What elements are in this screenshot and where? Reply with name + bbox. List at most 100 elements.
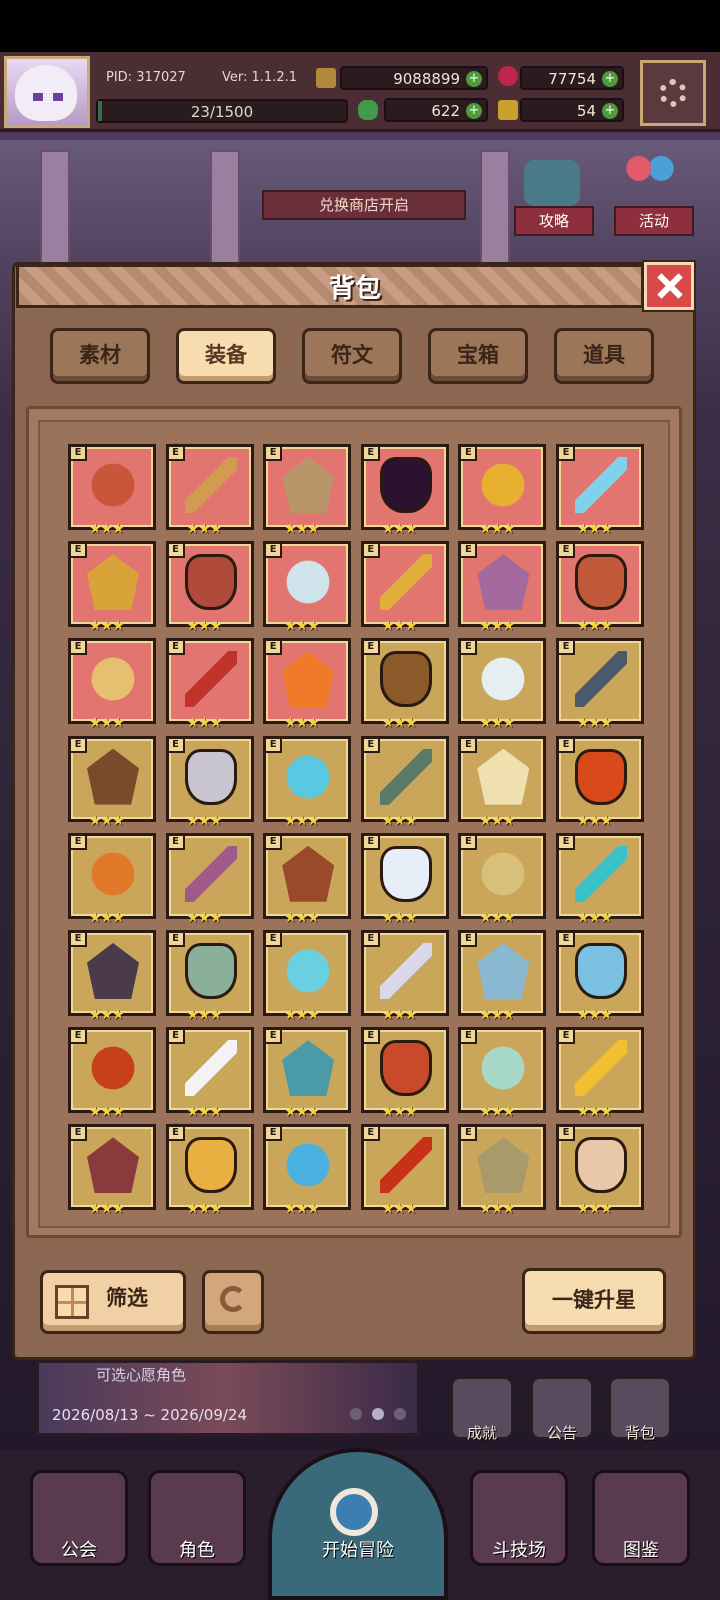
inventory-item[interactable]: E ★★★ [360, 444, 449, 537]
refresh-button[interactable] [202, 1270, 264, 1334]
add-clover-button[interactable]: + [466, 103, 482, 119]
item-grade-tag: E [69, 639, 87, 656]
inventory-item[interactable]: E ★★★ [360, 832, 449, 926]
magic-wand-icon [477, 651, 530, 708]
gold-amount: 9088899 [393, 70, 460, 88]
gold-scepter-icon [184, 1137, 237, 1194]
item-grade-tag: E [69, 736, 87, 753]
inventory-item[interactable]: E ★★★ [263, 444, 352, 537]
inventory-item[interactable]: E ★★★ [556, 1027, 644, 1120]
achievement-label: 成就 [466, 1424, 497, 1442]
exchange-shop-banner[interactable]: 兑换商店开启 [262, 190, 466, 220]
dark-sword-icon [575, 651, 627, 708]
inventory-item[interactable]: E ★★★ [165, 444, 254, 537]
angel-armor-icon [184, 1040, 237, 1097]
inventory-item[interactable]: E ★★★ [458, 1027, 547, 1120]
inventory-item[interactable]: E ★★★ [68, 638, 156, 731]
inventory-item[interactable]: E ★★★ [68, 444, 156, 537]
inventory-item[interactable]: E ★★★ [458, 444, 547, 537]
item-grade-tag: E [361, 736, 380, 753]
inventory-item[interactable]: E ★★★ [360, 638, 449, 731]
carousel-dot[interactable] [394, 1408, 406, 1420]
inventory-item[interactable]: E ★★★ [556, 832, 644, 926]
inventory-item[interactable]: E ★★★ [68, 1027, 156, 1120]
inventory-item[interactable]: E ★★★ [68, 541, 156, 634]
inventory-item[interactable]: E ★★★ [263, 832, 352, 926]
guide-button[interactable]: 攻略 [514, 206, 594, 236]
crystal-armor-icon [477, 1040, 530, 1097]
tab-2[interactable]: 符文 [302, 328, 402, 384]
inventory-item[interactable]: E ★★★ [165, 735, 254, 829]
inventory-item[interactable]: E ★★★ [263, 735, 352, 829]
item-grade-tag: E [557, 833, 575, 850]
inventory-item[interactable]: E ★★★ [556, 930, 644, 1023]
inventory-item[interactable]: E ★★★ [165, 541, 254, 634]
inventory-item[interactable]: E ★★★ [263, 541, 352, 634]
tab-0[interactable]: 素材 [50, 328, 150, 384]
inventory-item[interactable]: E ★★★ [263, 638, 352, 731]
add-key-button[interactable]: + [602, 103, 618, 119]
tab-1[interactable]: 装备 [176, 328, 276, 384]
item-stars: ★★★ [284, 521, 320, 537]
inventory-item[interactable]: E ★★★ [556, 541, 644, 634]
inventory-item[interactable]: E ★★★ [556, 444, 644, 537]
item-stars: ★★★ [284, 1201, 320, 1218]
inventory-item[interactable]: E ★★★ [68, 735, 156, 829]
item-grade-tag: E [459, 931, 478, 947]
close-button[interactable] [642, 260, 696, 312]
inventory-item[interactable]: E ★★★ [556, 735, 644, 829]
upgrade-all-stars-button[interactable]: 一键升星 [522, 1268, 666, 1334]
inventory-item[interactable]: E ★★★ [165, 832, 254, 926]
item-stars: ★★★ [577, 909, 613, 926]
wish-character-banner[interactable] [36, 1360, 420, 1436]
inventory-item[interactable]: E ★★★ [556, 638, 644, 731]
wood-barrel-shield-icon [282, 845, 335, 902]
tab-4[interactable]: 道具 [554, 328, 654, 384]
inventory-item[interactable]: E ★★★ [458, 638, 547, 731]
inventory-item[interactable]: E ★★★ [68, 832, 156, 926]
game-version: Ver: 1.1.2.1 [222, 70, 297, 85]
carousel-dot[interactable] [372, 1408, 384, 1420]
hat-icon [477, 457, 530, 513]
inventory-item[interactable]: E ★★★ [360, 1124, 449, 1217]
item-stars: ★★★ [284, 812, 320, 829]
item-stars: ★★★ [89, 812, 125, 829]
player-avatar[interactable] [4, 56, 90, 128]
inventory-item[interactable]: E ★★★ [68, 930, 156, 1023]
add-gem-button[interactable]: + [602, 71, 618, 87]
inventory-item[interactable]: E ★★★ [556, 1124, 644, 1217]
gear-ring-icon [575, 1137, 627, 1194]
inventory-item[interactable]: E ★★★ [458, 541, 547, 634]
settings-button[interactable] [640, 60, 706, 126]
inventory-item[interactable]: E ★★★ [360, 1027, 449, 1120]
inventory-item[interactable]: E ★★★ [165, 930, 254, 1023]
inventory-item[interactable]: E ★★★ [165, 1027, 254, 1120]
inventory-item[interactable]: E ★★★ [458, 930, 547, 1023]
inventory-item[interactable]: E ★★★ [360, 541, 449, 634]
inventory-item[interactable]: E ★★★ [165, 638, 254, 731]
inventory-item[interactable]: E ★★★ [263, 1027, 352, 1120]
item-grade-tag: E [459, 736, 478, 753]
inventory-item[interactable]: E ★★★ [165, 1124, 254, 1217]
item-grade-tag: E [264, 736, 283, 753]
inventory-item[interactable]: E ★★★ [458, 1124, 547, 1217]
item-stars: ★★★ [89, 521, 125, 537]
inventory-item[interactable]: E ★★★ [458, 735, 547, 829]
carousel-dot[interactable] [350, 1408, 362, 1420]
event-button[interactable]: 活动 [614, 206, 694, 236]
inventory-item[interactable]: E ★★★ [458, 832, 547, 926]
item-grade-tag: E [264, 1028, 283, 1045]
item-stars: ★★★ [381, 1104, 418, 1121]
inventory-item[interactable]: E ★★★ [68, 1124, 156, 1217]
inventory-item[interactable]: E ★★★ [263, 1124, 352, 1217]
inventory-item[interactable]: E ★★★ [360, 735, 449, 829]
item-grade-tag: E [557, 736, 575, 753]
add-gold-button[interactable]: + [466, 71, 482, 87]
inventory-item[interactable]: E ★★★ [360, 930, 449, 1023]
item-stars: ★★★ [479, 521, 515, 537]
item-grade-tag: E [361, 1125, 380, 1142]
tab-3[interactable]: 宝箱 [428, 328, 528, 384]
item-grade-tag: E [69, 1125, 87, 1142]
inventory-item[interactable]: E ★★★ [263, 930, 352, 1023]
chat-icon [524, 160, 580, 206]
